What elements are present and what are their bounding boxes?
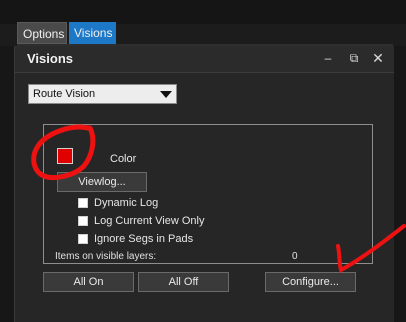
tab-strip: Options Visions	[0, 0, 406, 46]
title-bar-area	[0, 0, 406, 24]
tab-options[interactable]: Options	[17, 22, 67, 44]
visions-panel: Visions – ⧉ ✕ Route Vision Color Viewlog…	[14, 46, 394, 322]
configure-button[interactable]: Configure...	[265, 272, 356, 292]
color-swatch[interactable]	[57, 148, 73, 164]
right-gutter	[394, 46, 406, 322]
application-window: Options Visions Visions – ⧉ ✕ Route Visi…	[0, 0, 406, 322]
minimize-icon[interactable]: –	[321, 50, 335, 66]
vision-settings-group: Color Viewlog... Dynamic Log Log Current…	[43, 124, 373, 264]
items-visible-count: 0	[292, 251, 298, 262]
all-on-button[interactable]: All On	[43, 272, 134, 292]
log-current-view-label: Log Current View Only	[94, 215, 205, 227]
vision-type-select[interactable]: Route Vision	[28, 84, 177, 104]
restore-icon[interactable]: ⧉	[347, 50, 361, 66]
viewlog-button[interactable]: Viewlog...	[57, 172, 147, 192]
tab-visions[interactable]: Visions	[69, 22, 116, 44]
close-icon[interactable]: ✕	[371, 50, 385, 66]
panel-title: Visions	[27, 51, 74, 66]
log-current-view-checkbox[interactable]	[78, 216, 88, 226]
left-gutter	[0, 46, 14, 322]
panel-header: Visions – ⧉ ✕	[15, 46, 394, 73]
all-off-button[interactable]: All Off	[138, 272, 229, 292]
ignore-segs-label: Ignore Segs in Pads	[94, 233, 194, 245]
items-visible-label: Items on visible layers:	[55, 251, 157, 262]
vision-type-value: Route Vision	[33, 88, 96, 100]
color-label: Color	[110, 153, 137, 165]
dynamic-log-checkbox[interactable]	[78, 198, 88, 208]
chevron-down-icon	[160, 91, 172, 98]
ignore-segs-checkbox[interactable]	[78, 234, 88, 244]
dynamic-log-label: Dynamic Log	[94, 197, 159, 209]
